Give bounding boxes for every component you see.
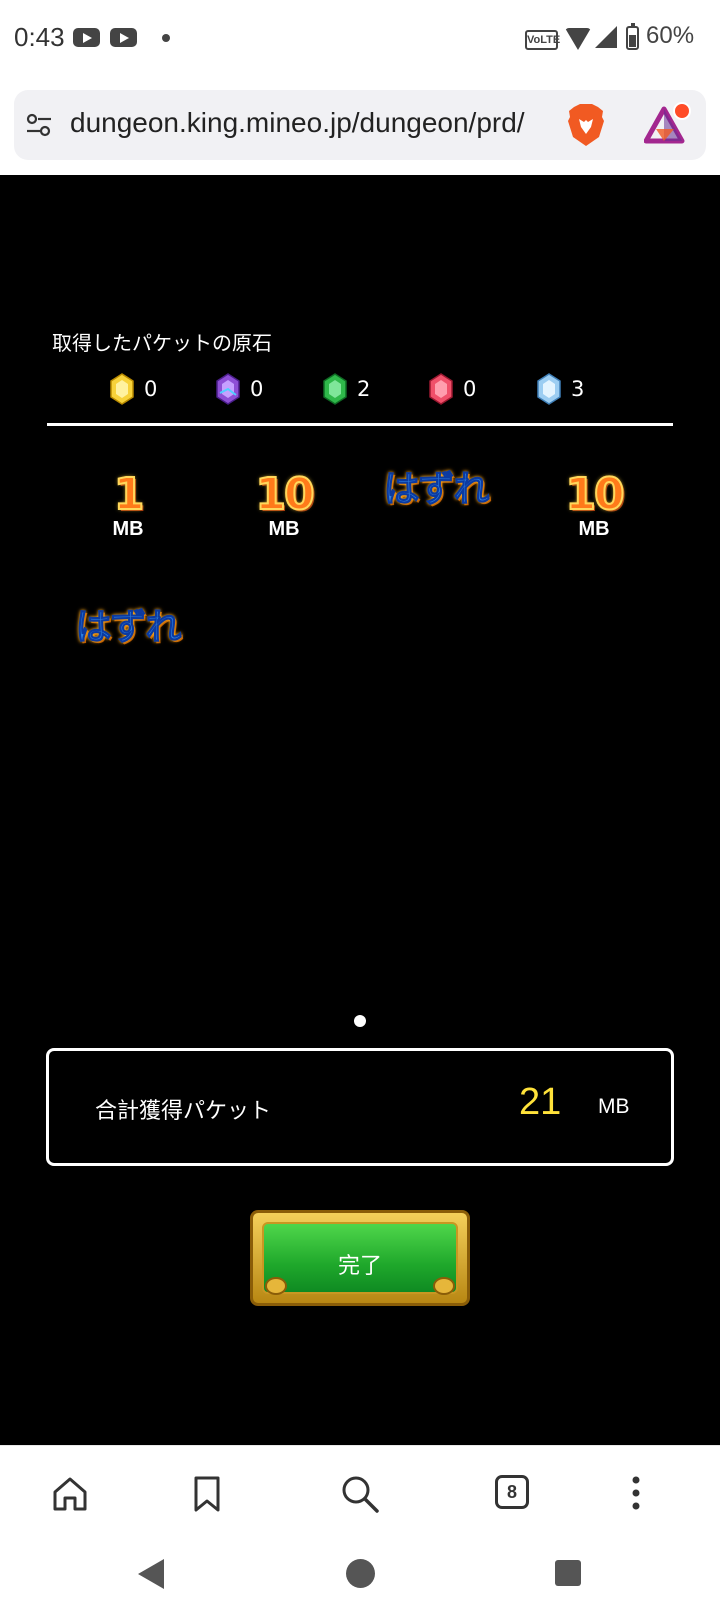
url-text[interactable]: dungeon.king.mineo.jp/dungeon/prd/ bbox=[70, 107, 560, 139]
brave-shields-icon[interactable] bbox=[566, 103, 606, 147]
volte-icon: VoLTE bbox=[525, 30, 560, 50]
back-icon[interactable] bbox=[138, 1559, 164, 1589]
search-icon[interactable] bbox=[340, 1474, 380, 1514]
home-icon[interactable] bbox=[50, 1474, 90, 1514]
prize-card: 10 MB bbox=[234, 469, 334, 541]
brave-rewards-icon[interactable] bbox=[644, 101, 692, 149]
prize-card: 10 MB bbox=[544, 469, 644, 541]
battery-level: 60% bbox=[646, 22, 695, 49]
site-settings-icon[interactable] bbox=[26, 112, 52, 138]
gem-count: 3 bbox=[571, 377, 585, 401]
prize-value: 10 bbox=[564, 469, 625, 520]
red-gem-icon bbox=[429, 373, 453, 405]
total-unit: MB bbox=[598, 1095, 630, 1118]
green-gem-icon bbox=[323, 373, 347, 405]
prize-value: 1 bbox=[113, 469, 146, 520]
browser-toolbar: 8 bbox=[0, 1445, 720, 1537]
done-button-face[interactable]: 完了 bbox=[262, 1222, 458, 1294]
status-time: 0:43 bbox=[14, 22, 65, 52]
prize-miss: はずれ bbox=[366, 467, 506, 513]
divider bbox=[47, 423, 673, 426]
prize-card: 1 MB bbox=[88, 469, 168, 541]
total-value: 21 bbox=[519, 1081, 562, 1123]
gem-lightblue: 3 bbox=[537, 373, 584, 405]
bookmark-icon[interactable] bbox=[187, 1474, 227, 1514]
gem-green: 2 bbox=[323, 373, 370, 405]
gem-red: 0 bbox=[429, 373, 476, 405]
battery-icon bbox=[626, 23, 639, 50]
status-bar: 0:43 VoLTE 60% bbox=[0, 0, 720, 80]
gem-count: 0 bbox=[463, 377, 477, 401]
more-notifications-icon bbox=[162, 34, 170, 42]
prize-unit: MB bbox=[578, 518, 610, 540]
ornament-icon bbox=[433, 1277, 455, 1295]
prize-miss: はずれ bbox=[58, 605, 198, 651]
home-circle-icon[interactable] bbox=[346, 1559, 375, 1588]
gems-title: 取得したパケットの原石 bbox=[52, 331, 272, 355]
gem-purple: 0 bbox=[216, 373, 263, 405]
youtube-notification-icon bbox=[110, 28, 137, 47]
yellow-gem-icon bbox=[110, 373, 134, 405]
gem-count: 0 bbox=[144, 377, 158, 401]
youtube-notification-icon bbox=[73, 28, 100, 47]
prize-value: 10 bbox=[254, 469, 315, 520]
done-button-label[interactable]: 完了 bbox=[264, 1248, 456, 1280]
lightblue-gem-icon bbox=[537, 373, 561, 405]
prize-unit: MB bbox=[112, 518, 144, 540]
gem-count: 0 bbox=[250, 377, 264, 401]
game-result-screen: 取得したパケットの原石 0 0 2 0 3 1 MB 10 MB はずれ 10 … bbox=[0, 175, 720, 1445]
gem-count: 2 bbox=[357, 377, 371, 401]
miss-label: はずれ bbox=[383, 469, 490, 511]
cell-signal-icon bbox=[595, 26, 617, 48]
gem-counts: 0 0 2 0 3 bbox=[0, 373, 720, 407]
prize-unit: MB bbox=[268, 518, 300, 540]
total-packet-box: 合計獲得パケット 21 MB bbox=[46, 1048, 674, 1166]
total-label: 合計獲得パケット bbox=[95, 1099, 272, 1124]
recent-apps-icon[interactable] bbox=[555, 1560, 581, 1586]
done-button[interactable]: 完了 bbox=[250, 1210, 470, 1306]
miss-label: はずれ bbox=[75, 607, 182, 649]
more-options-icon[interactable] bbox=[630, 1474, 642, 1514]
tab-switcher-button[interactable]: 8 bbox=[495, 1475, 529, 1509]
address-bar[interactable]: dungeon.king.mineo.jp/dungeon/prd/ bbox=[14, 90, 706, 160]
system-navigation-bar bbox=[0, 1537, 720, 1612]
purple-gem-icon bbox=[216, 373, 240, 405]
ornament-icon bbox=[265, 1277, 287, 1295]
wifi-icon bbox=[565, 28, 591, 50]
gem-yellow: 0 bbox=[110, 373, 157, 405]
page-indicator-dot[interactable] bbox=[354, 1015, 366, 1027]
